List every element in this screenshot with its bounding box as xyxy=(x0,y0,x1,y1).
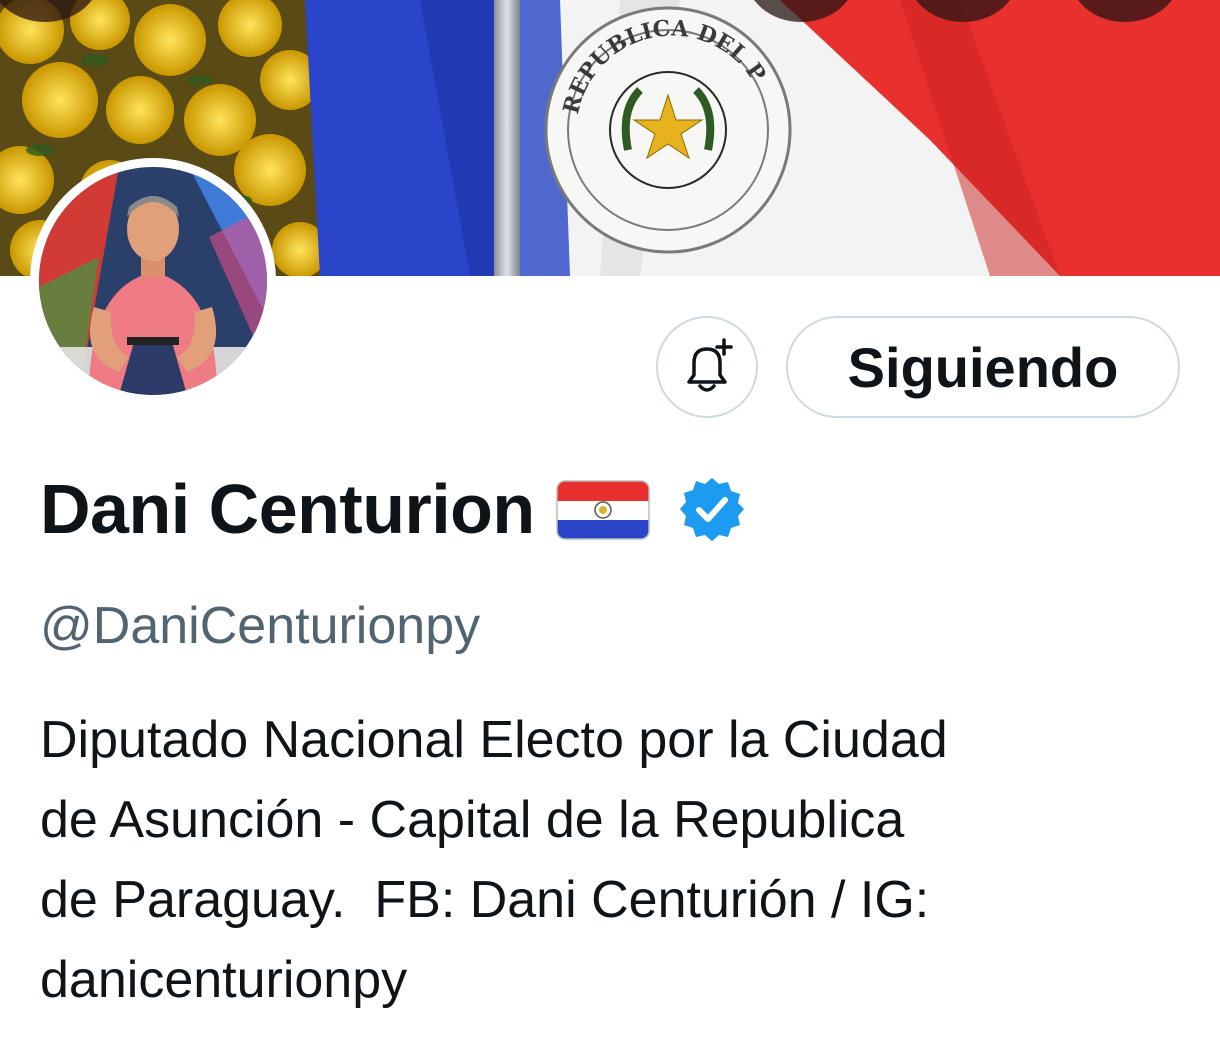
bio-line: de Paraguay. FB: Dani Centurión / IG: xyxy=(40,871,930,929)
following-button[interactable]: Siguiendo xyxy=(786,316,1180,418)
name-row: Dani Centurion xyxy=(40,464,745,554)
avatar[interactable] xyxy=(30,158,276,404)
avatar-image xyxy=(39,167,267,395)
bio-line: Diputado Nacional Electo por la Ciudad xyxy=(40,711,948,769)
paraguay-flag-icon xyxy=(555,480,650,540)
seal-emblem xyxy=(544,6,792,254)
profile-page: REPUBLICA DEL PARAGUAY xyxy=(0,0,1220,1053)
profile-bio: Diputado Nacional Electo por la Ciudad d… xyxy=(40,700,1180,1020)
user-handle: @DaniCenturionpy xyxy=(40,597,481,655)
following-button-label: Siguiendo xyxy=(847,335,1119,399)
bio-line: de Asunción - Capital de la Republica xyxy=(40,791,905,849)
bio-line: danicenturionpy xyxy=(40,951,408,1009)
bell-plus-icon xyxy=(687,338,733,392)
display-name: Dani Centurion xyxy=(40,470,535,548)
notifications-button[interactable] xyxy=(656,316,758,418)
verified-badge-icon[interactable] xyxy=(679,476,745,542)
